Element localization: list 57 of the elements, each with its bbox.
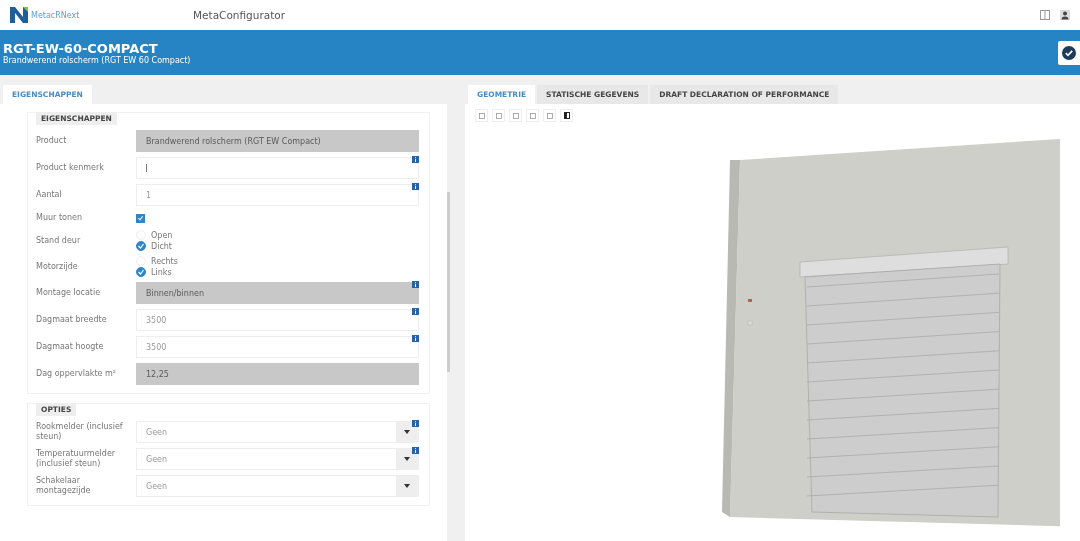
dropdown-field[interactable]: Geen [136,475,419,497]
readonly-field: Brandwerend rolscherm (RGT EW Compact) [136,130,419,152]
checkbox[interactable] [136,213,145,223]
field-label: Dag oppervlakte m² [36,369,118,379]
info-icon[interactable] [412,183,419,190]
scrollbar[interactable] [447,192,450,372]
product-subtitle: Brandwerend rolscherm (RGT EW 60 Compact) [3,55,191,65]
field-label: Dagmaat breedte [36,315,108,325]
radio-button[interactable] [136,267,146,277]
logo-text: MetacRNext [31,10,80,20]
input-field[interactable]: 1 [136,184,419,206]
readonly-field: Binnen/binnen [136,282,419,304]
info-icon[interactable] [412,447,419,454]
input-field[interactable]: 3500 [136,336,419,358]
field-label: Schakelaar montagezijde [36,476,92,496]
view-button[interactable] [543,109,556,122]
info-icon[interactable] [412,420,419,427]
caret-icon [404,484,410,488]
caret-icon [404,430,410,434]
logo-icon [10,7,28,23]
field-label: Motorzijde [36,261,79,272]
input-field[interactable]: 3500 [136,309,419,331]
contrast-icon [563,112,570,119]
window-icon[interactable] [1040,10,1050,20]
radio-button[interactable] [136,241,146,251]
info-icon[interactable] [412,156,419,163]
check-circle-icon [1062,45,1076,60]
info-icon[interactable] [412,281,419,288]
field-label: Stand deur [36,235,82,246]
view-button[interactable] [526,109,539,122]
info-icon[interactable] [412,308,419,315]
view-button[interactable] [475,109,488,122]
field-label: Dagmaat hoogte [36,342,105,352]
field-label: Product kenmerk [36,163,105,173]
info-icon[interactable] [412,335,419,342]
field-label: Product [36,136,68,146]
field-label: Muur tonen [36,213,83,223]
field-label: Rookmelder (inclusief steun) [36,422,124,442]
dropdown-field[interactable]: Geen [136,421,419,443]
field-label: Aantal [36,190,63,200]
contrast-button[interactable] [560,109,573,122]
radio-label: Rechts [151,256,178,266]
caret-icon [404,457,410,461]
view-button[interactable] [492,109,505,122]
app-title: MetaConfigurator [193,9,287,21]
confirm-button[interactable] [1058,40,1080,65]
radio-label: Open [151,230,173,240]
field-label: Temperatuurmelder (inclusief steun) [36,449,117,469]
readonly-field: 12,25 [136,363,419,385]
product-title: RGT-EW-60-COMPACT [3,40,159,56]
radio-label: Dicht [151,241,172,251]
view-button[interactable] [509,109,522,122]
dropdown-field[interactable]: Geen [136,448,419,470]
radio-label: Links [151,267,172,277]
input-field[interactable] [136,157,419,179]
user-icon[interactable] [1060,10,1070,20]
field-label: Montage locatie [36,288,102,298]
